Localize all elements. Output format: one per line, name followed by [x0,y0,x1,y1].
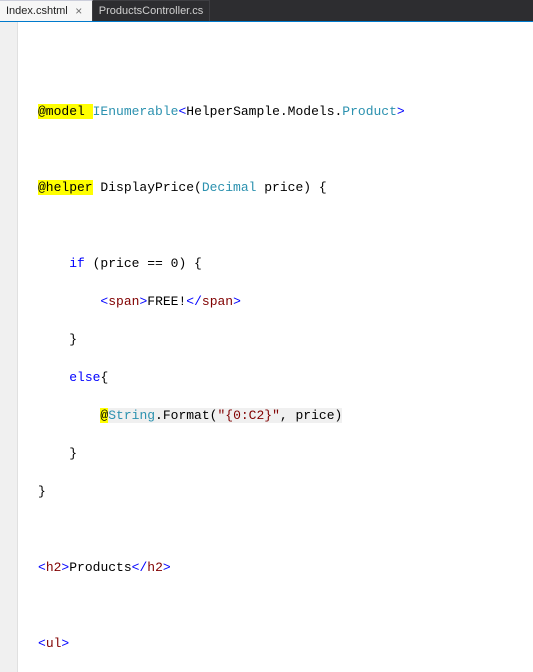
code-area[interactable]: @model IEnumerable<HelperSample.Models.P… [18,83,533,672]
razor-keyword: @helper [38,180,93,195]
razor-keyword: @model [38,104,85,119]
tab-label: Index.cshtml [6,5,68,17]
tab-label: ProductsController.cs [99,5,204,17]
tab-bar: Index.cshtml × ProductsController.cs [0,0,533,22]
tab-products-controller[interactable]: ProductsController.cs [93,0,211,21]
code-editor[interactable]: @model IEnumerable<HelperSample.Models.P… [0,22,533,672]
editor-gutter [0,22,18,672]
close-icon[interactable]: × [72,4,86,18]
tab-index-cshtml[interactable]: Index.cshtml × [0,0,93,21]
type: IEnumerable [93,104,179,119]
